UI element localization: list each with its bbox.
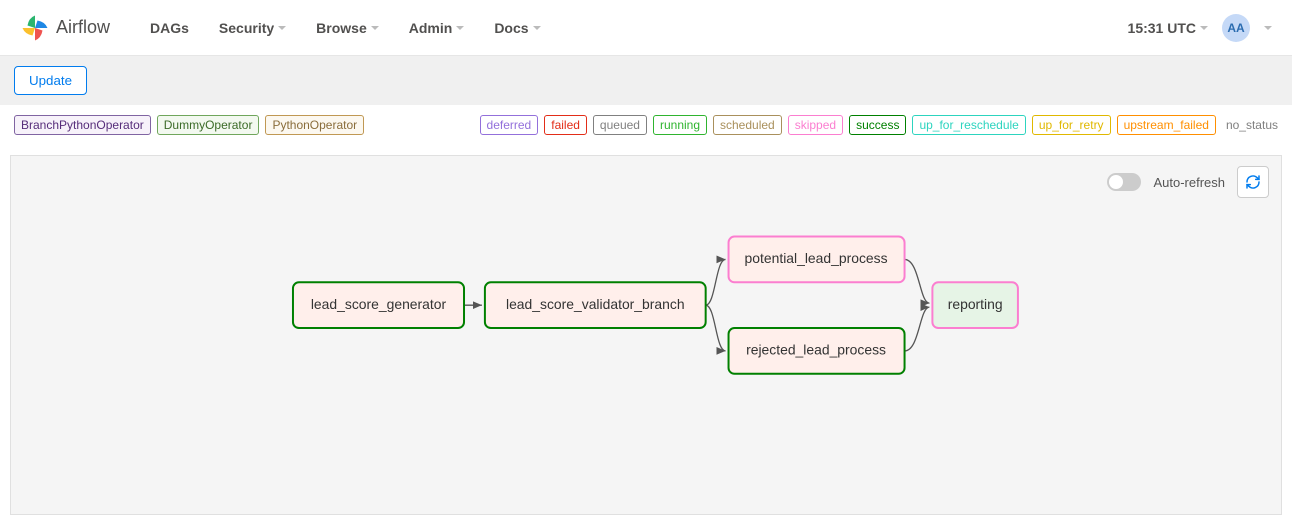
chevron-down-icon: [456, 26, 464, 30]
refresh-button[interactable]: [1237, 166, 1269, 198]
status-up-for-retry[interactable]: up_for_retry: [1032, 115, 1111, 135]
chevron-down-icon: [1264, 26, 1272, 30]
nav-browse-label: Browse: [316, 20, 367, 36]
nav-admin-label: Admin: [409, 20, 453, 36]
chevron-down-icon: [533, 26, 541, 30]
nav-docs[interactable]: Docs: [494, 20, 540, 36]
nav-right: 15:31 UTC AA: [1128, 14, 1272, 42]
task-label: rejected_lead_process: [746, 342, 886, 358]
operator-branch-python[interactable]: BranchPythonOperator: [14, 115, 151, 135]
nav-dags-label: DAGs: [150, 20, 189, 36]
update-button[interactable]: Update: [14, 66, 87, 95]
nav-admin[interactable]: Admin: [409, 20, 465, 36]
clock[interactable]: 15:31 UTC: [1128, 20, 1208, 36]
airflow-pinwheel-icon: [20, 13, 50, 43]
task-label: lead_score_validator_branch: [506, 296, 685, 312]
nav-dags[interactable]: DAGs: [150, 20, 189, 36]
auto-refresh-toggle[interactable]: [1107, 173, 1141, 191]
navbar: Airflow DAGs Security Browse Admin Docs …: [0, 0, 1292, 56]
user-avatar[interactable]: AA: [1222, 14, 1250, 42]
task-node-lead-score-validator-branch[interactable]: lead_score_validator_branch: [485, 282, 706, 328]
nav-browse[interactable]: Browse: [316, 20, 379, 36]
chevron-down-icon: [1200, 26, 1208, 30]
status-failed[interactable]: failed: [544, 115, 587, 135]
status-legend: deferred failed queued running scheduled…: [480, 115, 1278, 135]
legend-row: BranchPythonOperator DummyOperator Pytho…: [0, 105, 1292, 145]
operator-python[interactable]: PythonOperator: [265, 115, 364, 135]
edge: [706, 259, 726, 305]
status-scheduled[interactable]: scheduled: [713, 115, 782, 135]
auto-refresh-label: Auto-refresh: [1153, 175, 1225, 190]
status-deferred[interactable]: deferred: [480, 115, 539, 135]
clock-label: 15:31 UTC: [1128, 20, 1196, 36]
task-node-rejected-lead-process[interactable]: rejected_lead_process: [729, 328, 905, 374]
nav-docs-label: Docs: [494, 20, 528, 36]
refresh-icon: [1245, 174, 1261, 190]
dag-graph[interactable]: lead_score_generator lead_score_validato…: [11, 156, 1281, 514]
status-up-for-reschedule[interactable]: up_for_reschedule: [912, 115, 1025, 135]
user-initials: AA: [1227, 21, 1244, 35]
edge: [905, 307, 930, 351]
operator-legend: BranchPythonOperator DummyOperator Pytho…: [14, 115, 364, 135]
graph-controls: Auto-refresh: [1107, 166, 1269, 198]
nav-security-label: Security: [219, 20, 274, 36]
operator-dummy[interactable]: DummyOperator: [157, 115, 260, 135]
status-no-status[interactable]: no_status: [1226, 118, 1278, 132]
task-label: potential_lead_process: [745, 250, 888, 266]
edge: [706, 305, 726, 351]
status-queued[interactable]: queued: [593, 115, 647, 135]
graph-panel: Auto-refresh lead_score_generator: [10, 155, 1282, 515]
status-upstream-failed[interactable]: upstream_failed: [1117, 115, 1216, 135]
task-node-reporting[interactable]: reporting: [932, 282, 1018, 328]
status-skipped[interactable]: skipped: [788, 115, 843, 135]
chevron-down-icon: [371, 26, 379, 30]
nav-links: DAGs Security Browse Admin Docs: [150, 20, 1128, 36]
brand-label: Airflow: [56, 17, 110, 38]
nav-security[interactable]: Security: [219, 20, 286, 36]
task-label: lead_score_generator: [311, 296, 447, 312]
status-running[interactable]: running: [653, 115, 707, 135]
edge: [905, 259, 930, 303]
chevron-down-icon: [278, 26, 286, 30]
status-success[interactable]: success: [849, 115, 906, 135]
task-label: reporting: [948, 296, 1003, 312]
task-node-lead-score-generator[interactable]: lead_score_generator: [293, 282, 464, 328]
subbar: Update: [0, 56, 1292, 105]
brand[interactable]: Airflow: [20, 13, 110, 43]
task-node-potential-lead-process[interactable]: potential_lead_process: [729, 237, 905, 283]
